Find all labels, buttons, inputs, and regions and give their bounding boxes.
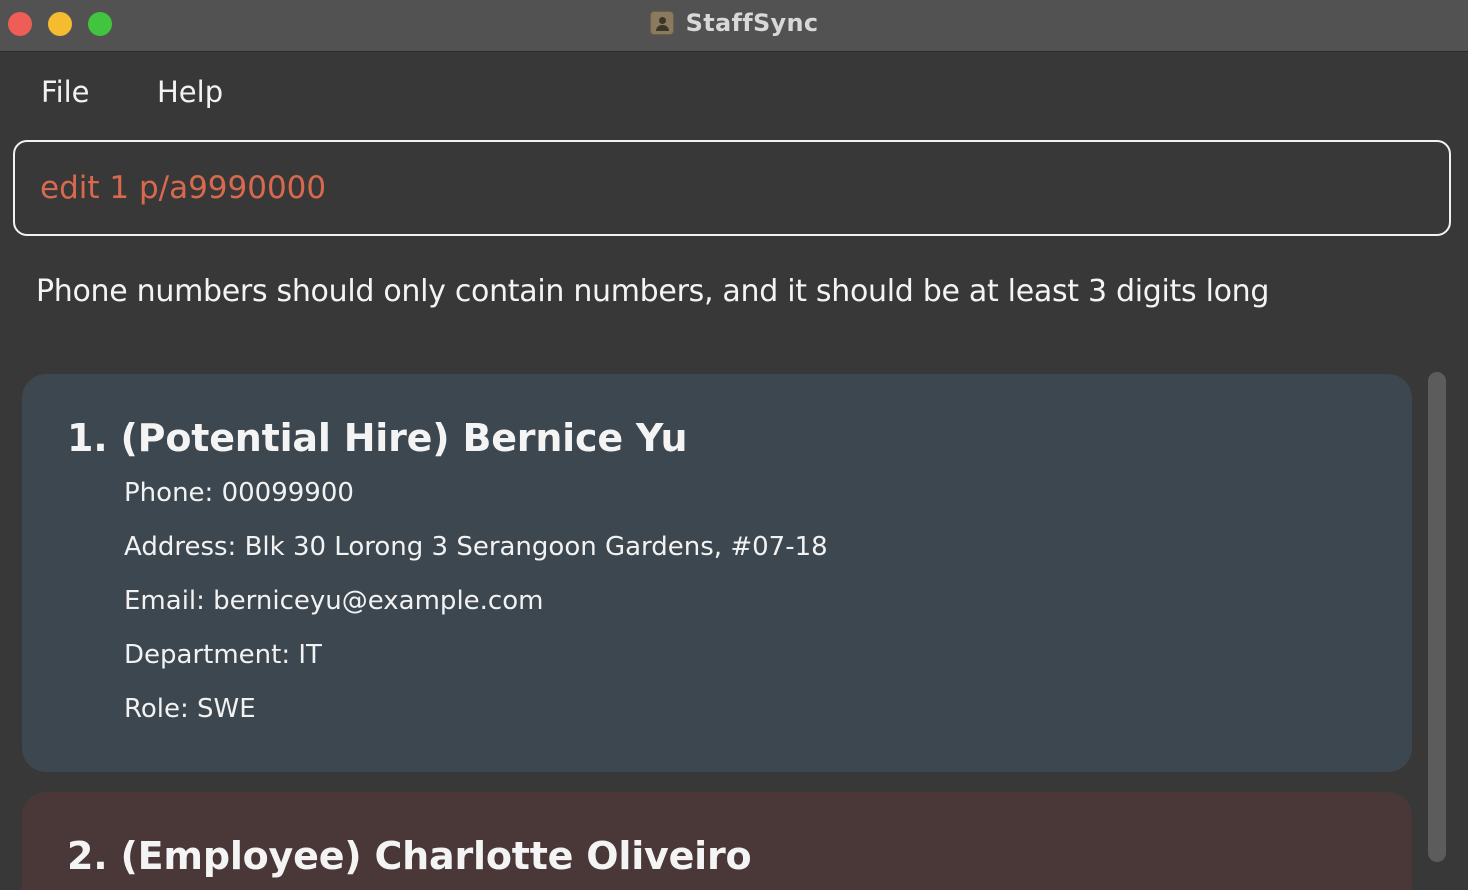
menu-file[interactable]: File (41, 75, 90, 109)
menu-bar: File Help (0, 53, 1468, 131)
window-title: StaffSync (685, 9, 819, 37)
list-scrollbar[interactable] (1422, 370, 1452, 890)
address-book-icon (649, 11, 674, 35)
menu-help[interactable]: Help (157, 75, 223, 109)
person-card-header: 1. (Potential Hire) Bernice Yu (67, 416, 688, 460)
person-card[interactable]: 1. (Potential Hire) Bernice Yu Phone: 00… (22, 374, 1412, 772)
person-email: Email: berniceyu@example.com (124, 586, 544, 616)
person-card-header: 2. (Employee) Charlotte Oliveiro (67, 834, 752, 878)
command-input-box[interactable]: edit 1 p/a9990000 (13, 140, 1451, 236)
window-title-group: StaffSync (0, 0, 1468, 46)
person-address: Address: Blk 30 Lorong 3 Serangoon Garde… (124, 532, 828, 562)
person-phone: Phone: 00099900 (124, 478, 354, 508)
title-bar[interactable]: StaffSync (0, 0, 1468, 52)
app-window: StaffSync File Help edit 1 p/a9990000 Ph… (0, 0, 1468, 890)
list-scrollbar-thumb[interactable] (1428, 372, 1446, 862)
command-input-text[interactable]: edit 1 p/a9990000 (40, 170, 326, 206)
person-card[interactable]: 2. (Employee) Charlotte Oliveiro (22, 792, 1412, 890)
person-department: Department: IT (124, 640, 322, 670)
result-message: Phone numbers should only contain number… (36, 274, 1270, 309)
person-list[interactable]: 1. (Potential Hire) Bernice Yu Phone: 00… (22, 374, 1412, 890)
person-role: Role: SWE (124, 694, 256, 724)
